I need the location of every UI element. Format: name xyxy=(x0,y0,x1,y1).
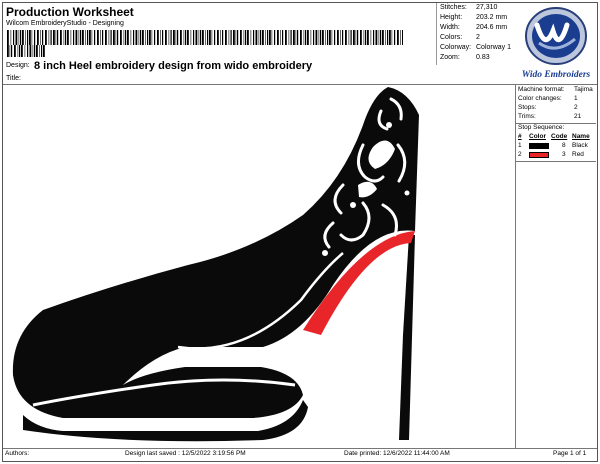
logo-text: Wido Embroiders xyxy=(522,70,591,80)
title-label: Title: xyxy=(6,75,21,82)
design-label: Design: xyxy=(6,62,30,69)
stop-sequence-header: # Color Code Name xyxy=(518,133,590,140)
footer-saved: Design last saved : 12/5/2022 3:19:56 PM xyxy=(125,450,246,457)
stop-row: 1 8 Black xyxy=(518,142,588,149)
machine-format: Machine format: Tajima xyxy=(518,86,593,93)
color-changes: Color changes: 1 xyxy=(518,95,578,102)
trims: Trims: 21 xyxy=(518,113,582,120)
barcode xyxy=(7,30,403,45)
design-row: Design: 8 inch Heel embroidery design fr… xyxy=(6,60,436,74)
app-subtitle: Wilcom EmbroideryStudio - Designing xyxy=(6,20,124,27)
logo: Wido Embroiders xyxy=(515,3,597,83)
footer-printed: Date printed: 12/6/2022 11:44:00 AM xyxy=(344,450,450,457)
page-title: Production Worksheet xyxy=(6,5,134,19)
stat-width: Width: 204.6 mm xyxy=(440,24,508,31)
stat-colors: Colors: 2 xyxy=(440,34,480,41)
stat-stitches: Stitches: 27,310 xyxy=(440,4,498,11)
color-swatch xyxy=(529,143,549,149)
barcode-tail xyxy=(7,45,45,57)
design-name: 8 inch Heel embroidery design from wido … xyxy=(34,60,313,72)
design-canvas xyxy=(3,85,515,447)
side-separator xyxy=(516,161,596,162)
side-divider xyxy=(515,84,516,448)
header: Production Worksheet Wilcom EmbroiderySt… xyxy=(3,3,435,84)
color-swatch xyxy=(529,152,549,158)
footer-authors: Authors: xyxy=(5,450,30,457)
stop-sequence-title: Stop Sequence: xyxy=(518,124,565,131)
stat-colorway: Colorway: Colorway 1 xyxy=(440,44,512,51)
stat-zoom: Zoom: 0.83 xyxy=(440,54,490,61)
heel-design xyxy=(12,87,419,442)
stat-height: Height: 203.2 mm xyxy=(440,14,508,21)
stats-panel: Stitches: 27,310 Height: 203.2 mm Width: 20… xyxy=(436,3,515,65)
stop-row: 2 3 Red xyxy=(518,151,584,158)
stops: Stops: 2 xyxy=(518,104,578,111)
footer-page: Page 1 of 1 xyxy=(553,450,587,457)
footer: Authors: Design last saved : 12/5/2022 3… xyxy=(3,449,597,460)
